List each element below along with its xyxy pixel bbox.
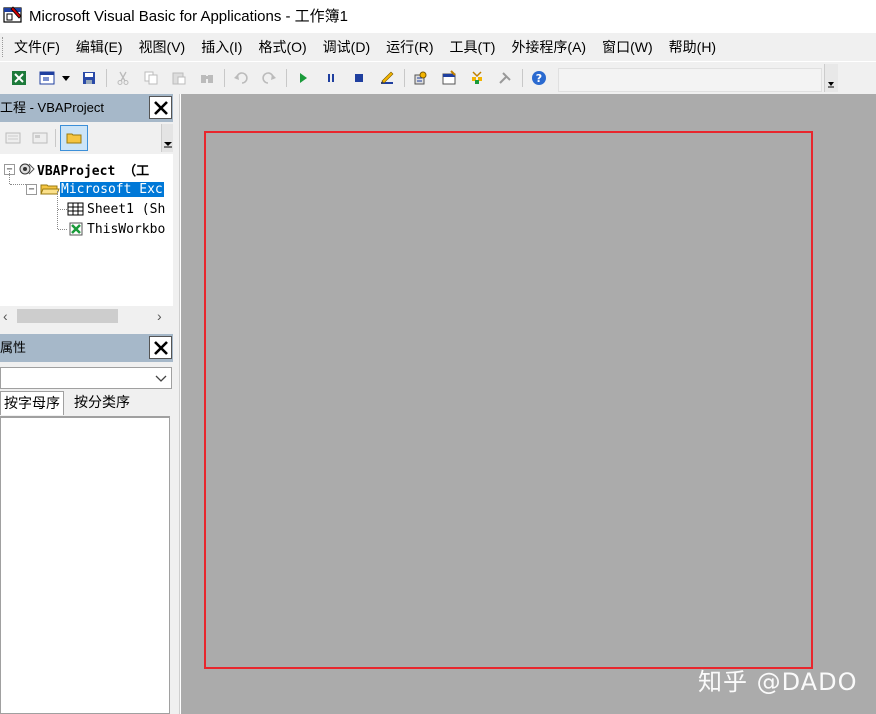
close-icon: [153, 340, 168, 355]
project-pane-title: 工程 - VBAProject: [0, 100, 105, 115]
folder-icon: [66, 133, 82, 144]
toolbox-icon[interactable]: [496, 69, 514, 87]
insert-dropdown-icon[interactable]: [60, 69, 72, 87]
find-icon[interactable]: [198, 69, 216, 87]
tree-node-thisworkbook[interactable]: ThisWorkbo: [66, 219, 166, 239]
toolbar-separator: [55, 129, 56, 147]
window-title: Microsoft Visual Basic for Applications …: [29, 7, 349, 25]
cursor-position-box: [558, 68, 822, 92]
toolbar-strip: ?: [0, 64, 838, 92]
tree-connector: [58, 229, 67, 230]
tree-connector: [9, 171, 10, 184]
object-selector-combo[interactable]: [0, 367, 172, 389]
properties-pane-header: 属性: [0, 334, 173, 362]
tree-node-sheet1[interactable]: Sheet1 (Sh: [66, 199, 166, 219]
properties-tabs: 按字母序 按分类序: [0, 391, 173, 415]
dock-splitter[interactable]: [173, 94, 180, 714]
toolbar-separator: [286, 69, 287, 87]
vba-app-icon: [3, 6, 22, 23]
close-icon: [153, 100, 168, 115]
standard-toolbar: ?: [0, 62, 876, 94]
paste-icon[interactable]: [170, 69, 188, 87]
tab-categorized[interactable]: 按分类序: [71, 391, 133, 415]
menu-run[interactable]: 运行(R): [378, 34, 441, 60]
mdi-client-area: 知乎 @DADO: [181, 94, 876, 714]
watermark: 知乎 @DADO: [698, 668, 858, 696]
menu-file[interactable]: 文件(F): [6, 34, 68, 60]
workbook-icon: [69, 222, 83, 236]
project-tree-hscrollbar[interactable]: ‹ ›: [0, 306, 173, 326]
project-toolbar-overflow[interactable]: [161, 124, 173, 152]
chevron-down-icon: [828, 82, 834, 88]
menu-view[interactable]: 视图(V): [131, 34, 194, 60]
toolbar-overflow-button[interactable]: [824, 64, 838, 92]
collapse-icon[interactable]: −: [26, 183, 37, 195]
copy-icon[interactable]: [142, 69, 160, 87]
menu-edit[interactable]: 编辑(E): [68, 34, 131, 60]
menu-insert[interactable]: 插入(I): [193, 34, 250, 60]
tree-node-excel-objects[interactable]: − Microsoft Exc: [26, 179, 164, 199]
properties-grid[interactable]: [0, 416, 170, 714]
tab-alphabetic[interactable]: 按字母序: [0, 391, 64, 415]
properties-pane-close-button[interactable]: [149, 336, 172, 359]
project-pane-toolbar: [0, 122, 173, 154]
design-mode-icon[interactable]: [378, 69, 396, 87]
object-browser-icon[interactable]: [468, 69, 486, 87]
help-icon[interactable]: ?: [530, 69, 548, 87]
redo-icon[interactable]: [260, 69, 278, 87]
scroll-left-icon[interactable]: ‹: [3, 308, 8, 324]
scroll-thumb[interactable]: [17, 309, 118, 323]
vbaproject-icon: [19, 163, 35, 175]
tree-connector: [57, 191, 58, 229]
menu-help[interactable]: 帮助(H): [661, 34, 724, 60]
tree-label-vbaproject: VBAProject （工: [37, 163, 150, 179]
toolbar-separator: [404, 69, 405, 87]
tree-label-sheet1: Sheet1 (Sh: [87, 201, 166, 217]
menu-debug[interactable]: 调试(D): [315, 34, 378, 60]
project-pane-close-button[interactable]: [149, 96, 172, 119]
project-explorer-icon[interactable]: [412, 69, 430, 87]
tree-label-excel-objects: Microsoft Exc: [60, 181, 164, 197]
chevron-down-icon: [155, 375, 167, 382]
run-icon[interactable]: [294, 69, 312, 87]
left-dock: 工程 - VBAProject − VBAProject （工 − Micros…: [0, 94, 180, 714]
svg-text:?: ?: [536, 72, 542, 85]
toolbar-separator: [106, 69, 107, 87]
project-pane-header: 工程 - VBAProject: [0, 94, 173, 122]
view-code-icon[interactable]: [4, 129, 22, 147]
insert-userform-icon[interactable]: [38, 69, 56, 87]
toolbar-separator: [224, 69, 225, 87]
toggle-folders-button[interactable]: [60, 125, 88, 151]
tree-label-thisworkbook: ThisWorkbo: [87, 221, 166, 237]
tree-connector: [10, 184, 26, 185]
menu-bar: 文件(F) 编辑(E) 视图(V) 插入(I) 格式(O) 调试(D) 运行(R…: [0, 33, 876, 61]
worksheet-icon: [67, 202, 84, 216]
tree-connector: [58, 209, 67, 210]
break-icon[interactable]: [322, 69, 340, 87]
save-icon[interactable]: [80, 69, 98, 87]
menu-format[interactable]: 格式(O): [250, 34, 314, 60]
title-bar: Microsoft Visual Basic for Applications …: [0, 0, 876, 30]
properties-window-icon[interactable]: [440, 69, 458, 87]
highlight-rectangle: [204, 131, 813, 669]
menu-tools[interactable]: 工具(T): [442, 34, 504, 60]
properties-pane-title: 属性: [0, 340, 27, 355]
tree-node-vbaproject[interactable]: − VBAProject （工: [4, 159, 150, 179]
undo-icon[interactable]: [232, 69, 250, 87]
toolbar-separator: [522, 69, 523, 87]
menu-addins[interactable]: 外接程序(A): [503, 34, 594, 60]
cut-icon[interactable]: [114, 69, 132, 87]
scroll-right-icon[interactable]: ›: [157, 308, 162, 324]
reset-icon[interactable]: [350, 69, 368, 87]
view-object-icon[interactable]: [31, 129, 49, 147]
project-tree: − VBAProject （工 − Microsoft Exc Sheet1 (…: [0, 154, 173, 306]
menu-window[interactable]: 窗口(W): [594, 34, 661, 60]
excel-view-icon[interactable]: [10, 69, 28, 87]
